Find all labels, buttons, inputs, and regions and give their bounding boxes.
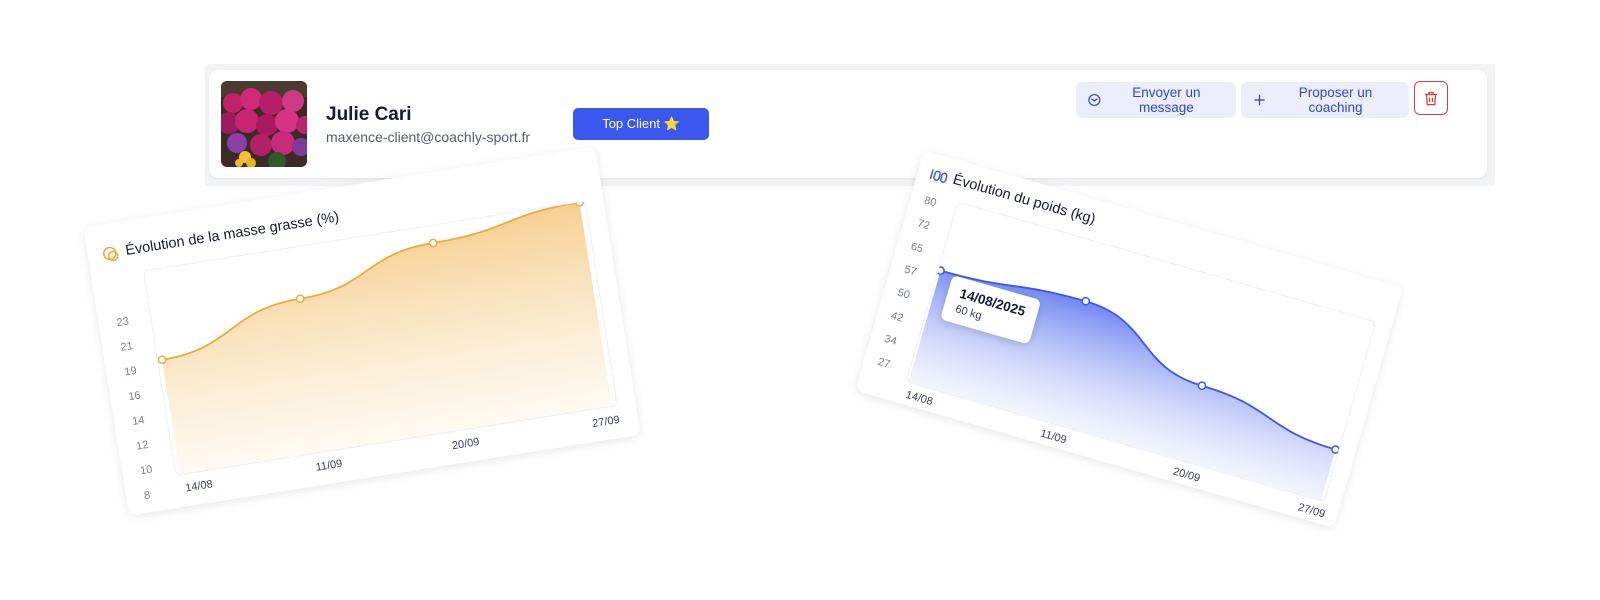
avatar: [221, 81, 307, 167]
data-point[interactable]: [157, 355, 167, 365]
client-profile-panel: Julie Cari maxence-client@coachly-sport.…: [205, 64, 1495, 186]
client-name: Julie Cari: [326, 104, 412, 125]
y-tick-label: 16: [127, 389, 142, 404]
plus-icon: [1254, 94, 1265, 106]
x-tick-label: 27/09: [591, 413, 621, 431]
fat-mass-chart-card: Évolution de la masse grasse (%) 23 21 1…: [83, 146, 641, 516]
y-tick-label: 23: [115, 315, 130, 330]
mail-icon: [1088, 93, 1101, 107]
y-tick-label: 8: [143, 489, 152, 503]
y-tick-label: 34: [882, 332, 899, 348]
client-profile-card: Julie Cari maxence-client@coachly-sport.…: [209, 70, 1487, 178]
y-tick-label: 21: [119, 340, 134, 354]
y-tick-label: 10: [139, 463, 154, 478]
delete-client-button[interactable]: [1414, 81, 1448, 115]
fat-mass-icon: [102, 246, 119, 262]
top-client-label: Top Client ⭐: [602, 116, 680, 131]
send-message-label: Envoyer un message: [1132, 85, 1201, 115]
propose-coaching-label: Proposer un coaching: [1298, 85, 1373, 115]
client-email: maxence-client@coachly-sport.fr: [326, 129, 531, 145]
flowers-photo: [221, 81, 307, 167]
y-tick-label: 14: [131, 414, 146, 428]
y-tick-label: 42: [889, 309, 905, 325]
top-client-badge-button[interactable]: Top Client ⭐: [573, 108, 709, 140]
x-tick-label: 20/09: [451, 436, 481, 453]
send-message-button[interactable]: Envoyer un message: [1076, 82, 1236, 118]
y-tick-label: 27: [876, 355, 892, 371]
trash-icon: [1425, 91, 1437, 105]
propose-coaching-button[interactable]: Proposer un coaching: [1241, 82, 1409, 118]
y-tick-label: 72: [916, 217, 932, 233]
data-point[interactable]: [295, 294, 305, 304]
x-tick-label: 14/08: [184, 478, 214, 495]
y-tick-label: 57: [902, 263, 918, 279]
y-tick-label: 50: [896, 286, 912, 302]
x-tick-label: 14/08: [904, 388, 935, 409]
x-tick-label: 11/09: [1038, 427, 1068, 447]
x-tick-label: 27/09: [1296, 501, 1327, 521]
x-tick-label: 20/09: [1171, 465, 1202, 485]
scale-icon: [929, 169, 948, 183]
x-tick-label: 11/09: [314, 457, 344, 474]
y-tick-label: 12: [135, 438, 150, 453]
y-tick-label: 65: [909, 240, 925, 256]
weight-plot-area: [905, 201, 1377, 503]
weight-chart-card: Évolution du poids (kg) 80 72 65 57 50 4…: [855, 150, 1403, 528]
weight-area-chart: [908, 266, 1340, 501]
y-tick-label: 80: [922, 194, 938, 210]
y-tick-label: 19: [123, 364, 138, 379]
data-point[interactable]: [428, 238, 438, 248]
